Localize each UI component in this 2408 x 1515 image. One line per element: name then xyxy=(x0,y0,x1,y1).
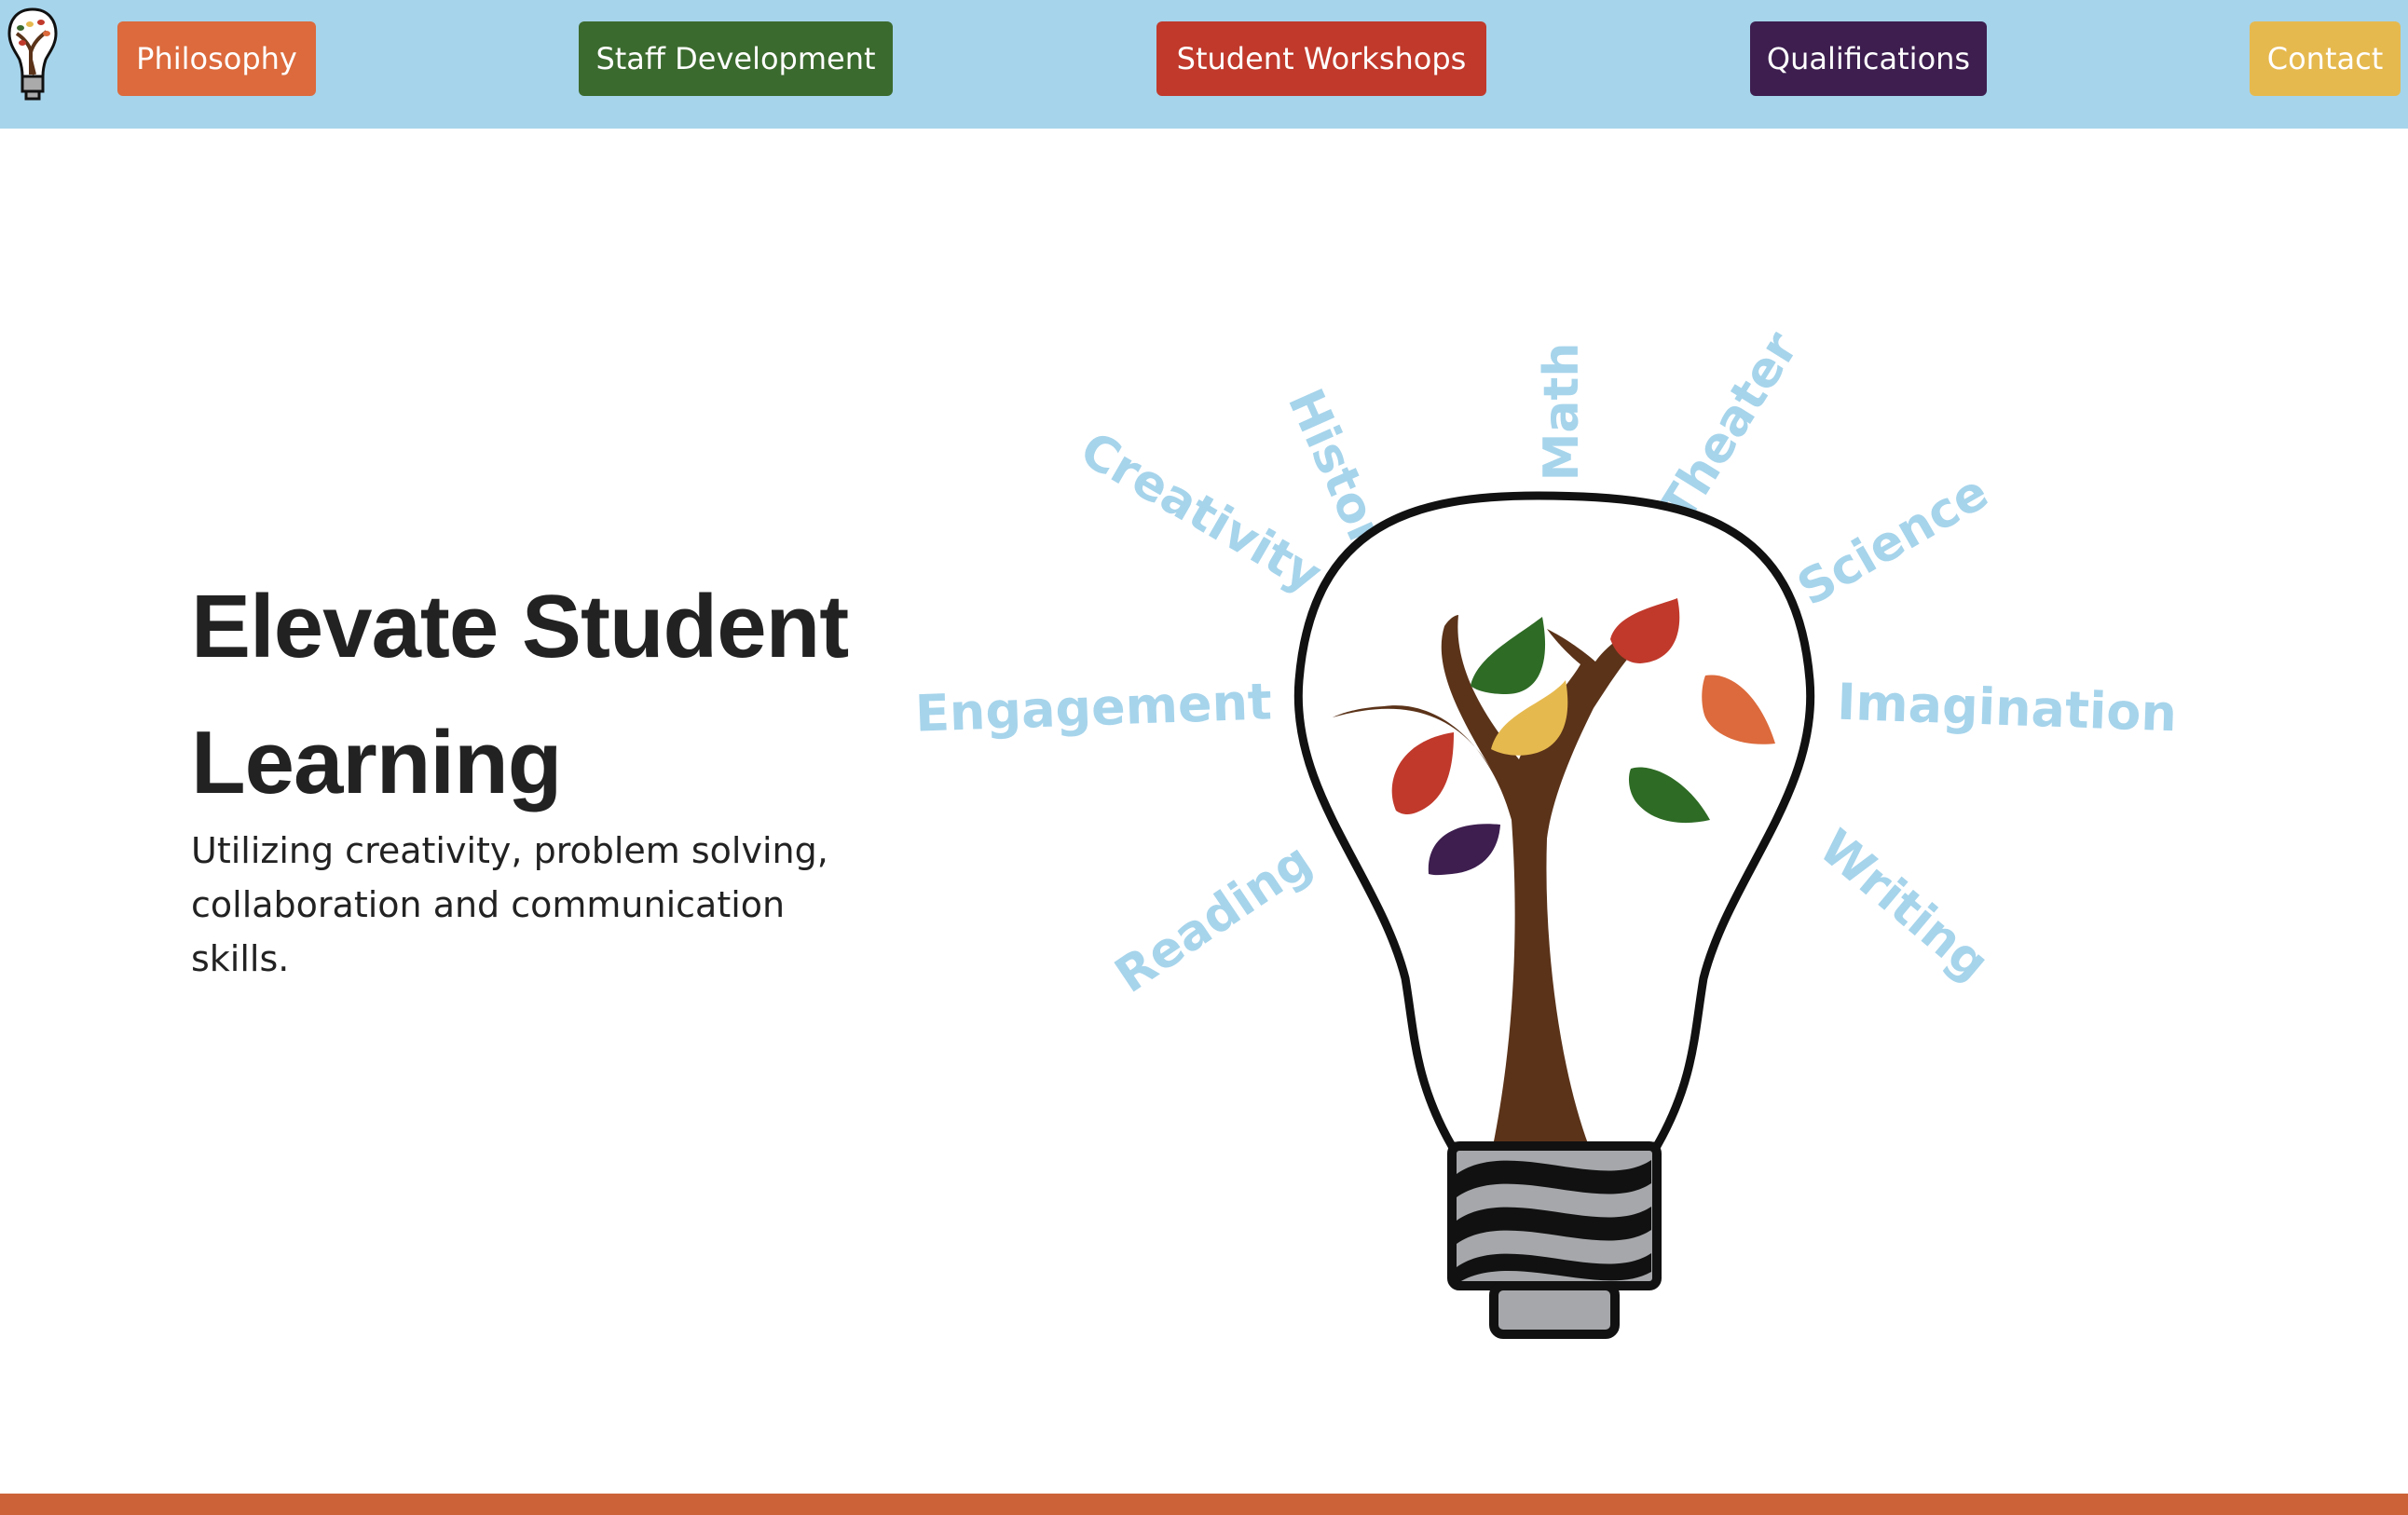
bulb-cap xyxy=(1489,1281,1620,1339)
subject-engagement: Engagement xyxy=(914,672,1273,743)
nav-student-workshops-button[interactable]: Student Workshops xyxy=(1156,21,1486,96)
subject-theater: Theater xyxy=(1649,322,1810,533)
lightbulb-tree-logo-icon[interactable] xyxy=(4,4,62,101)
subject-creativity: Creativity xyxy=(1071,421,1331,604)
subject-imagination: Imagination xyxy=(1836,673,2178,744)
nav-qualifications-button[interactable]: Qualifications xyxy=(1750,21,1987,96)
hero-title-line-2: Learning xyxy=(191,713,562,812)
subject-writing: Writing xyxy=(1809,819,2000,991)
footer-strip xyxy=(0,1494,2408,1515)
nav-philosophy-button[interactable]: Philosophy xyxy=(117,21,316,96)
nav-staff-development-button[interactable]: Staff Development xyxy=(579,21,893,96)
subject-math: Math xyxy=(1534,343,1590,482)
subject-reading: Reading xyxy=(1105,833,1321,1004)
top-navigation-bar: Philosophy Staff Development Student Wor… xyxy=(0,0,2408,129)
lightbulb-tree-illustration: History Math Theater Creativity Science … xyxy=(914,322,2178,1339)
hero-title: Elevate Student Learning xyxy=(191,559,899,831)
subject-science: Science xyxy=(1788,464,1997,617)
hero-subtitle: Utilizing creativity, problem solving, c… xyxy=(191,830,828,979)
hero-title-line-1: Elevate Student xyxy=(191,577,849,676)
nav-contact-button[interactable]: Contact xyxy=(2250,21,2401,96)
